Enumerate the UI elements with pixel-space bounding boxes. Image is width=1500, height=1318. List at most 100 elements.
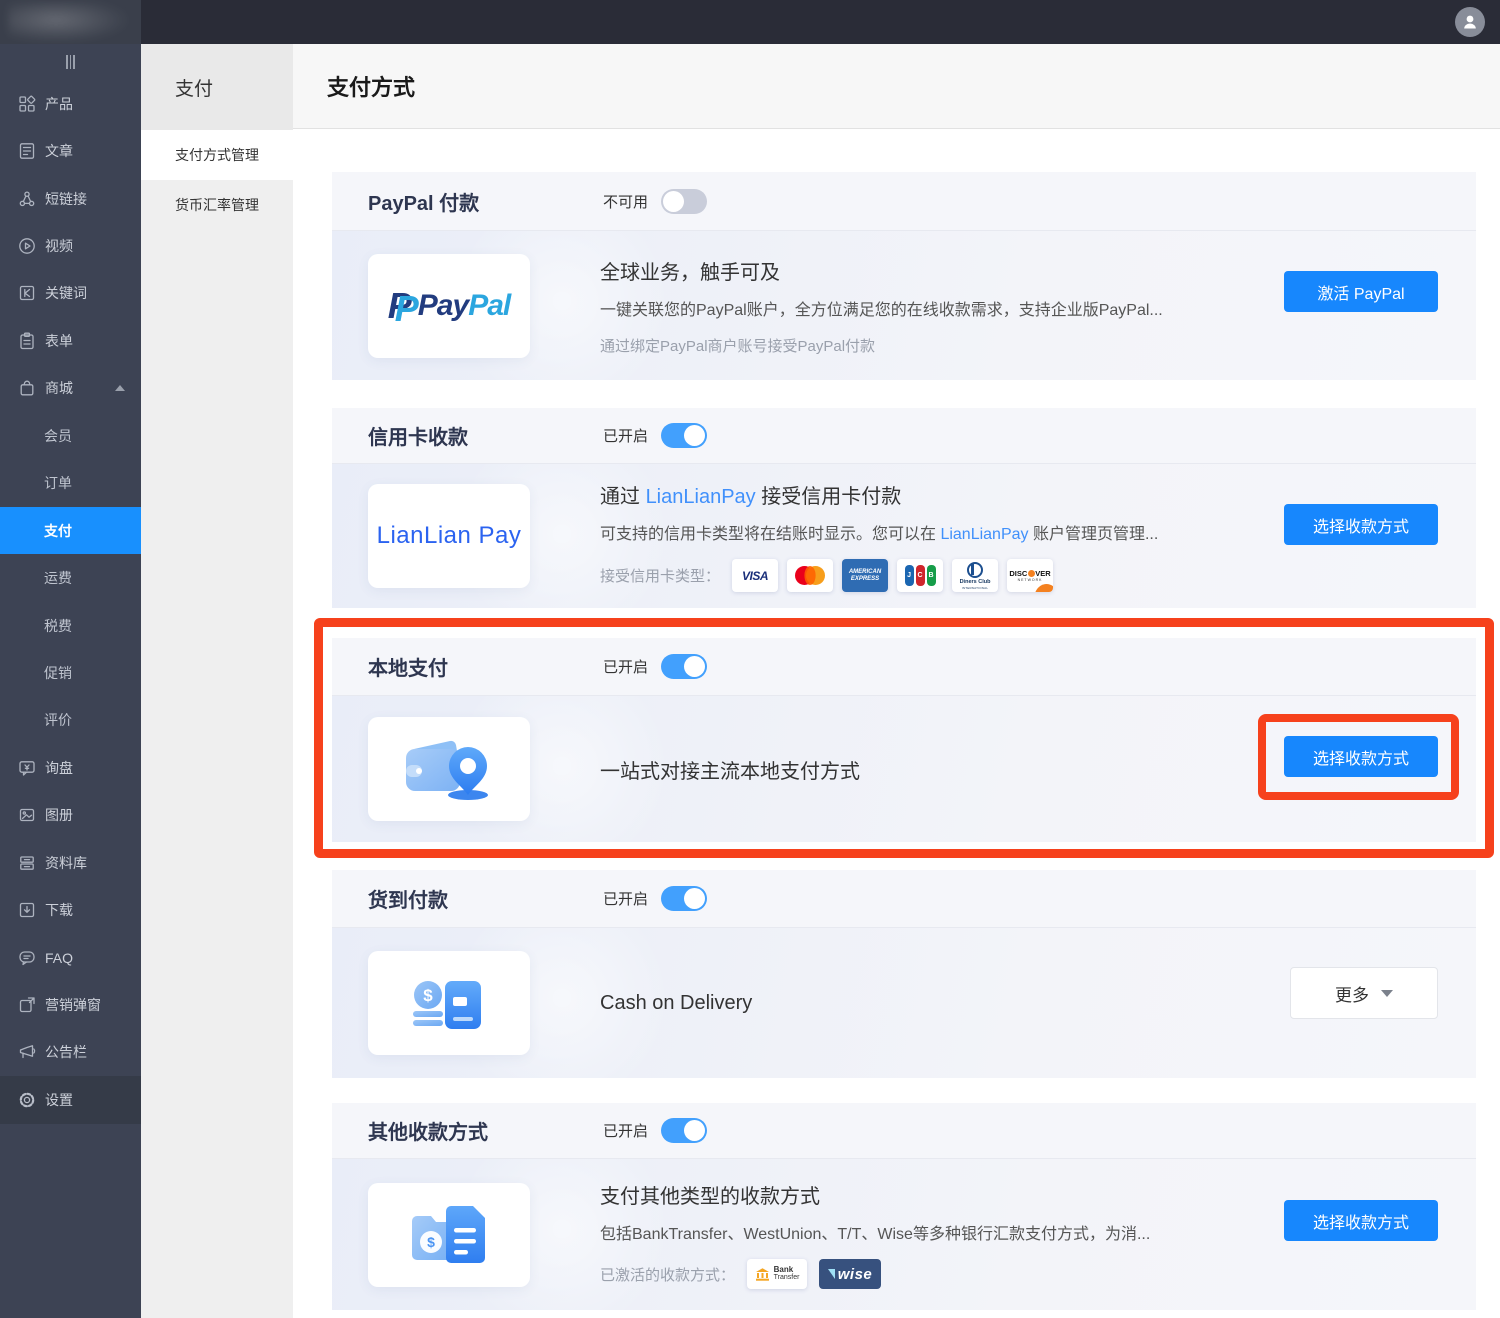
sidebar-item-library[interactable]: 资料库 — [0, 839, 141, 886]
section-paypal: PayPal 付款 不可用 P P PayPal 全球业务，触手可及 一键关联您… — [332, 172, 1476, 380]
sidebar-item-products[interactable]: 产品 — [0, 80, 141, 127]
cod-toggle[interactable] — [661, 886, 707, 911]
sidebar-item-shipping[interactable]: 运费 — [0, 554, 141, 601]
toggle-label: 已开启 — [603, 425, 648, 446]
section-title: PayPal 付款 — [368, 187, 603, 216]
lianlianpay-link[interactable]: LianLianPay — [940, 526, 1028, 543]
more-button[interactable]: 更多 — [1290, 967, 1438, 1019]
activate-paypal-button[interactable]: 激活 PayPal — [1284, 271, 1438, 312]
other-methods-illustration: $ — [368, 1183, 530, 1287]
sidebar-item-label: 设置 — [45, 1090, 73, 1110]
sidebar-item-announcements[interactable]: 公告栏 — [0, 1029, 141, 1076]
sidebar-item-promotion[interactable]: 促销 — [0, 649, 141, 696]
chevron-down-icon — [1381, 990, 1393, 997]
mastercard-icon — [787, 559, 833, 592]
lianlianpay-link[interactable]: LianLianPay — [646, 486, 756, 508]
sidebar-item-label: 商城 — [45, 378, 73, 398]
svg-text:$: $ — [423, 986, 433, 1005]
sidebar-item-label: 税费 — [44, 616, 72, 636]
form-icon — [18, 332, 36, 350]
accepted-cards-row: 接受信用卡类型： VISA AMERICANEXPRESS JCB Diners… — [600, 559, 1476, 592]
bank-icon — [755, 1267, 770, 1282]
page-title: 支付方式 — [327, 70, 415, 102]
popup-icon — [18, 996, 36, 1014]
sidebar-item-settings[interactable]: 设置 — [0, 1076, 141, 1123]
credit-card-toggle[interactable] — [661, 423, 707, 448]
paypal-monogram-icon: P P — [388, 285, 412, 327]
amex-icon: AMERICANEXPRESS — [842, 559, 888, 592]
choose-payment-method-button[interactable]: 选择收款方式 — [1284, 504, 1438, 545]
sidebar-item-faq[interactable]: FAQ — [0, 934, 141, 981]
keyword-icon — [18, 284, 36, 302]
sidebar-item-payment[interactable]: 支付 — [0, 507, 141, 554]
sidebar-item-keywords[interactable]: 关键词 — [0, 270, 141, 317]
sidebar-item-marketing-popup[interactable]: 营销弹窗 — [0, 981, 141, 1028]
section-title: 其他收款方式 — [368, 1116, 603, 1145]
subnav-item-label: 支付方式管理 — [175, 145, 259, 165]
sidebar-item-reviews[interactable]: 评价 — [0, 697, 141, 744]
sidebar-item-label: 公告栏 — [45, 1042, 87, 1062]
subnav-item-currency-rates[interactable]: 货币汇率管理 — [141, 180, 293, 230]
sidebar-item-shortlinks[interactable]: 短链接 — [0, 175, 141, 222]
section-credit-card: 信用卡收款 已开启 LianLian Pay 通过 LianLianPay 接受… — [332, 408, 1476, 608]
secondary-sidebar-title: 支付 — [141, 44, 293, 130]
sidebar-item-label: 运费 — [44, 568, 72, 588]
user-avatar[interactable] — [1455, 7, 1485, 37]
subnav-item-payment-methods[interactable]: 支付方式管理 — [141, 130, 293, 180]
cash-card-icon: $ — [407, 967, 491, 1039]
sidebar-item-downloads[interactable]: 下载 — [0, 886, 141, 933]
wallet-location-icon — [402, 733, 496, 805]
faq-icon — [18, 949, 36, 967]
sidebar-item-mall[interactable]: 商城 — [0, 365, 141, 412]
section-cod: 货到付款 已开启 $ — [332, 870, 1476, 1078]
sidebar-item-members[interactable]: 会员 — [0, 412, 141, 459]
sidebar-item-inquiries[interactable]: 询盘 — [0, 744, 141, 791]
video-icon — [18, 237, 36, 255]
local-payment-toggle[interactable] — [661, 654, 707, 679]
sidebar-item-forms[interactable]: 表单 — [0, 317, 141, 364]
sidebar-item-videos[interactable]: 视频 — [0, 222, 141, 269]
toggle-label: 已开启 — [603, 656, 648, 677]
download-icon — [18, 901, 36, 919]
sidebar-collapse-button[interactable] — [0, 44, 141, 80]
lianlianpay-logo: LianLian Pay — [368, 484, 530, 588]
announcement-icon — [18, 1043, 36, 1061]
mall-icon — [18, 379, 36, 397]
section-title: 本地支付 — [368, 652, 603, 681]
bank-transfer-badge: BankTransfer — [747, 1259, 807, 1289]
local-payment-illustration — [368, 717, 530, 821]
top-bar — [0, 0, 1500, 44]
gallery-icon — [18, 806, 36, 824]
paypal-logo: P P PayPal — [368, 254, 530, 358]
sidebar-item-tax[interactable]: 税费 — [0, 602, 141, 649]
paypal-toggle[interactable] — [661, 189, 707, 214]
settings-icon — [18, 1091, 36, 1109]
choose-payment-method-button[interactable]: 选择收款方式 — [1284, 1200, 1438, 1241]
shortlink-icon — [18, 190, 36, 208]
toggle-label: 已开启 — [603, 888, 648, 909]
user-icon — [1461, 13, 1479, 31]
diners-club-icon: Diners ClubINTERNATIONAL — [952, 559, 998, 592]
sidebar-item-orders[interactable]: 订单 — [0, 460, 141, 507]
app-logo — [0, 0, 141, 44]
sidebar-item-label: 表单 — [45, 331, 73, 351]
choose-payment-method-button[interactable]: 选择收款方式 — [1284, 736, 1438, 777]
sidebar-item-gallery[interactable]: 图册 — [0, 792, 141, 839]
sidebar-item-label: 营销弹窗 — [45, 995, 101, 1015]
sidebar-item-articles[interactable]: 文章 — [0, 127, 141, 174]
page-header: 支付方式 — [293, 44, 1500, 129]
toggle-label: 已开启 — [603, 1120, 648, 1141]
discover-icon: DISCVERNETWORK — [1007, 559, 1053, 592]
jcb-icon: JCB — [897, 559, 943, 592]
sidebar-item-label: 产品 — [45, 94, 73, 114]
inquiry-icon — [18, 759, 36, 777]
bank-document-icon: $ — [409, 1198, 489, 1272]
main-sidebar: 产品 文章 短链接 视频 关键词 — [0, 44, 141, 1318]
sidebar-item-label: 促销 — [44, 663, 72, 683]
section-other-methods: 其他收款方式 已开启 $ — [332, 1103, 1476, 1310]
sidebar-item-label: 评价 — [44, 710, 72, 730]
sidebar-item-label: 下载 — [45, 900, 73, 920]
section-title: 信用卡收款 — [368, 421, 603, 450]
other-methods-toggle[interactable] — [661, 1118, 707, 1143]
secondary-sidebar: 支付 支付方式管理 货币汇率管理 — [141, 44, 293, 1318]
